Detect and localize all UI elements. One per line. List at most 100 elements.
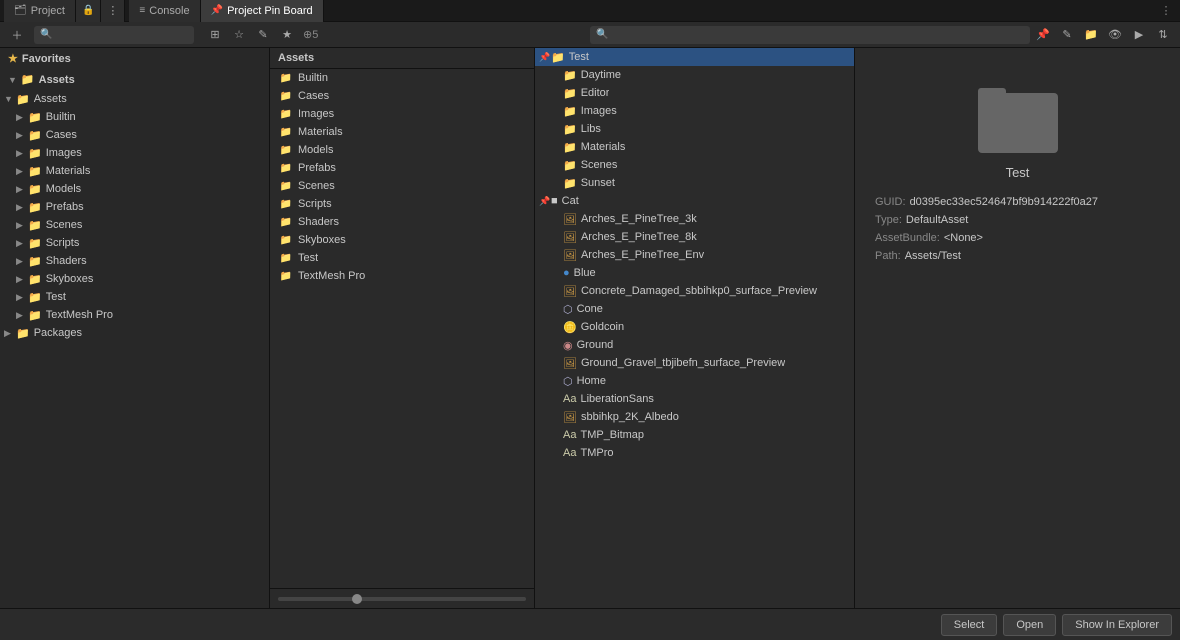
tree-item-scripts[interactable]: ▶ 📁 Scripts (0, 234, 269, 252)
pb-item-liberation[interactable]: AaLiberationSans (535, 390, 854, 408)
arrow-test: ▶ (16, 292, 28, 303)
more-options-icon[interactable]: ⋮ (1156, 1, 1176, 21)
pb-item-images-pin[interactable]: 📁Images (535, 102, 854, 120)
tree-item-prefabs[interactable]: ▶ 📁 Prefabs (0, 198, 269, 216)
asset-item-prefabs2[interactable]: 📁 Prefabs (270, 159, 534, 177)
pb-item-arches3k[interactable]: 🖼Arches_E_PineTree_3k (535, 210, 854, 228)
pb-item-concrete[interactable]: 🖼Concrete_Damaged_sbbihkp0_surface_Previ… (535, 282, 854, 300)
tab-lock[interactable]: 🔒 (76, 0, 101, 22)
pb-item-materials-pin[interactable]: 📁Materials (535, 138, 854, 156)
asset-item-cases2[interactable]: 📁 Cases (270, 87, 534, 105)
pb-icon-tmpro: Aa (563, 447, 576, 459)
assets-list[interactable]: 📁 Builtin 📁 Cases 📁 Images 📁 Materials 📁… (270, 69, 534, 588)
asset-item-builtin2[interactable]: 📁 Builtin (270, 69, 534, 87)
search-input-left[interactable] (55, 29, 188, 41)
pb-item-daytime[interactable]: 📁Daytime (535, 66, 854, 84)
star-btn[interactable]: ✎ (1056, 25, 1078, 45)
view-btn-2[interactable]: ☆ (228, 25, 250, 45)
asset-item-shaders2[interactable]: 📁 Shaders (270, 213, 534, 231)
sort-btn[interactable]: ⇅ (1152, 25, 1174, 45)
tree-item-assets-root[interactable]: ▼ 📁 Assets (0, 90, 269, 108)
tree-item-materials[interactable]: ▶ 📁 Materials (0, 162, 269, 180)
tree-item-skyboxes[interactable]: ▶ 📁 Skyboxes (0, 270, 269, 288)
pb-item-ground[interactable]: ◉Ground (535, 336, 854, 354)
pb-icon-arches3k: 🖼 (563, 213, 577, 226)
pb-item-scenes-pin[interactable]: 📁Scenes (535, 156, 854, 174)
pb-folder-icon-daytime: 📁 (563, 69, 577, 82)
asset-item-images2[interactable]: 📁 Images (270, 105, 534, 123)
detail-type-val: DefaultAsset (906, 214, 968, 226)
pb-item-cone[interactable]: ⬡Cone (535, 300, 854, 318)
toolbar-right: 🔍 📌 ✎ 📁 👁 ▶ ⇅ (586, 25, 1174, 45)
arrow-scenes: ▶ (16, 220, 28, 231)
add-button[interactable]: ＋ (6, 25, 28, 45)
pb-icon-sbbihkp: 🖼 (563, 411, 577, 424)
eye-btn[interactable]: 👁 (1104, 25, 1126, 45)
tree-item-models[interactable]: ▶ 📁 Models (0, 180, 269, 198)
pb-item-sbbihkp[interactable]: 🖼sbbihkp_2K_Albedo (535, 408, 854, 426)
pb-item-blue[interactable]: ●Blue (535, 264, 854, 282)
zoom-slider-thumb[interactable] (352, 594, 362, 604)
play-btn[interactable]: ▶ (1128, 25, 1150, 45)
tree-item-cases[interactable]: ▶ 📁 Cases (0, 126, 269, 144)
tree-item-scenes[interactable]: ▶ 📁 Scenes (0, 216, 269, 234)
arrow-builtin: ▶ (16, 112, 28, 123)
folder-btn[interactable]: 📁 (1080, 25, 1102, 45)
asset-label-prefabs2: Prefabs (298, 162, 336, 174)
view-btn-1[interactable]: ⊞ (204, 25, 226, 45)
pb-item-ground-gravel[interactable]: 🖼Ground_Gravel_tbjibefn_surface_Preview (535, 354, 854, 372)
selected-asset-name: Test (1006, 165, 1030, 180)
pb-label-home: Home (577, 375, 606, 387)
pb-icon-cone: ⬡ (563, 303, 573, 316)
toolbar: ＋ 🔍 ⊞ ☆ ✎ ★ ⊕5 🔍 📌 ✎ 📁 👁 ▶ ⇅ (0, 22, 1180, 48)
asset-item-materials2[interactable]: 📁 Materials (270, 123, 534, 141)
tree-item-builtin[interactable]: ▶ 📁 Builtin (0, 108, 269, 126)
zoom-slider-track[interactable] (278, 597, 526, 601)
view-btn-4[interactable]: ★ (276, 25, 298, 45)
tab-pinboard[interactable]: 📌 Project Pin Board (201, 0, 324, 22)
pb-item-sunset[interactable]: 📁Sunset (535, 174, 854, 192)
asset-item-skyboxes2[interactable]: 📁 Skyboxes (270, 231, 534, 249)
open-button[interactable]: Open (1003, 614, 1056, 636)
view-btn-3[interactable]: ✎ (252, 25, 274, 45)
asset-item-models2[interactable]: 📁 Models (270, 141, 534, 159)
pb-item-test-root[interactable]: 📌📁Test (535, 48, 854, 66)
pb-item-home[interactable]: ⬡Home (535, 372, 854, 390)
pb-item-cat[interactable]: 📌■Cat (535, 192, 854, 210)
asset-item-scenes2[interactable]: 📁 Scenes (270, 177, 534, 195)
search-box-right[interactable]: 🔍 (590, 26, 1030, 44)
pb-item-tmpro[interactable]: AaTMPro (535, 444, 854, 462)
asset-item-scripts2[interactable]: 📁 Scripts (270, 195, 534, 213)
favorites-header[interactable]: ★ Favorites (0, 48, 269, 69)
assets-tree: ▼ 📁 Assets ▶ 📁 Builtin ▶ 📁 Cases ▶ 📁 Ima… (0, 90, 269, 608)
pb-item-libs[interactable]: 📁Libs (535, 120, 854, 138)
search-box-left[interactable]: 🔍 (34, 26, 194, 44)
detail-type-key: Type: (875, 214, 902, 226)
pb-item-editor[interactable]: 📁Editor (535, 84, 854, 102)
select-button[interactable]: Select (941, 614, 998, 636)
asset-item-test2[interactable]: 📁 Test (270, 249, 534, 267)
asset-item-textmesh2[interactable]: 📁 TextMesh Pro (270, 267, 534, 285)
tree-item-textmesh[interactable]: ▶ 📁 TextMesh Pro (0, 306, 269, 324)
show-explorer-button[interactable]: Show In Explorer (1062, 614, 1172, 636)
tab-project[interactable]: 🗂 Project (4, 0, 76, 22)
pin-arrow-test-root: 📌 (539, 52, 551, 63)
pb-item-archesenv[interactable]: 🖼Arches_E_PineTree_Env (535, 246, 854, 264)
pb-item-arches8k[interactable]: 🖼Arches_E_PineTree_8k (535, 228, 854, 246)
tree-item-images[interactable]: ▶ 📁 Images (0, 144, 269, 162)
arrow-assets-root: ▼ (4, 94, 16, 104)
tree-item-shaders[interactable]: ▶ 📁 Shaders (0, 252, 269, 270)
tab-console-label: Console (149, 5, 189, 17)
tree-item-packages[interactable]: ▶ 📁 Packages (0, 324, 269, 342)
search-input-right[interactable] (611, 29, 1024, 41)
asset-icon-models2: 📁 (278, 142, 294, 158)
pb-item-tmp-bitmap[interactable]: AaTMP_Bitmap (535, 426, 854, 444)
tab-more[interactable]: ⋮ (101, 0, 125, 22)
pin-btn[interactable]: 📌 (1032, 25, 1054, 45)
arrow-textmesh: ▶ (16, 310, 28, 321)
pb-item-goldcoin[interactable]: 🪙Goldcoin (535, 318, 854, 336)
tab-console[interactable]: ≡ Console (129, 0, 200, 22)
folder-icon-test: 📁 (28, 291, 42, 304)
tree-item-test[interactable]: ▶ 📁 Test (0, 288, 269, 306)
assets-section-header[interactable]: ▼ 📁 Assets (0, 69, 269, 90)
